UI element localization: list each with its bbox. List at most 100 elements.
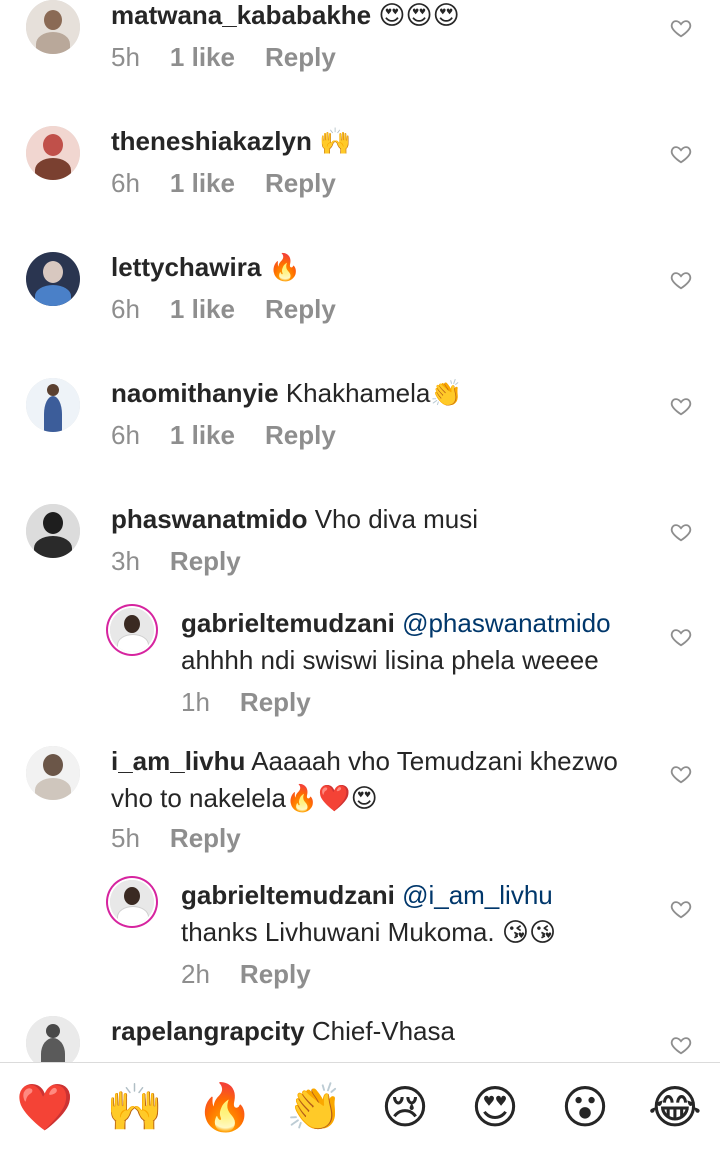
comment-username[interactable]: i_am_livhu	[111, 746, 245, 776]
avatar-body	[35, 778, 71, 800]
comment-time: 6h	[111, 420, 140, 450]
comment-line: lettychawira 🔥	[111, 250, 301, 285]
comment-likes[interactable]: 1 like	[170, 40, 235, 74]
avatar[interactable]	[110, 608, 154, 652]
heart-outline-icon[interactable]	[670, 763, 692, 785]
heart-emoji-button[interactable]: ❤️	[15, 1077, 75, 1137]
heart-outline-icon[interactable]	[670, 521, 692, 543]
comment-time: 2h	[181, 959, 210, 989]
comment-time: 5h	[111, 823, 140, 853]
avatar[interactable]	[26, 1016, 80, 1062]
heart-outline-icon[interactable]	[670, 626, 692, 648]
heart-outline-icon[interactable]	[670, 17, 692, 39]
comment-username[interactable]: matwana_kababakhe	[111, 0, 371, 30]
comment-line: matwana_kababakhe 😍😍😍	[111, 0, 460, 33]
comment-username[interactable]: rapelangrapcity	[111, 1016, 305, 1046]
fire-emoji-button[interactable]: 🔥	[195, 1077, 255, 1137]
reply-button[interactable]: Reply	[265, 292, 336, 326]
comment-text-line: thanks Livhuwani Mukoma. 😘😘	[181, 915, 556, 950]
reply-button[interactable]: Reply	[265, 418, 336, 452]
reply-button[interactable]: Reply	[265, 166, 336, 200]
comment-meta: 6h 1 like Reply	[111, 418, 366, 452]
comment-line: rapelangrapcity Chief-Vhasa	[111, 1014, 455, 1048]
surprised-emoji-button[interactable]: 😮	[555, 1077, 615, 1137]
comment-time: 1h	[181, 687, 210, 717]
comment-meta: 5h Reply	[111, 821, 271, 855]
reply-button[interactable]: Reply	[265, 40, 336, 74]
avatar[interactable]	[110, 880, 154, 924]
avatar-head	[124, 615, 140, 633]
avatar[interactable]	[26, 504, 80, 558]
comment-username[interactable]: gabrieltemudzani	[181, 608, 395, 638]
comment-likes[interactable]: 1 like	[170, 166, 235, 200]
comment-meta: 5h 1 like Reply	[111, 40, 366, 74]
comments-list: matwana_kababakhe 😍😍😍 5h 1 like Reply then…	[0, 0, 720, 1062]
avatar-body	[44, 396, 62, 432]
heart-eyes-emoji-button[interactable]: 😍	[465, 1077, 525, 1137]
heart-outline-icon[interactable]	[670, 269, 692, 291]
reply-button[interactable]: Reply	[240, 957, 311, 991]
avatar[interactable]	[26, 252, 80, 306]
raising-hands-emoji-button[interactable]: 🙌	[105, 1077, 165, 1137]
comment-text: Aaaaah vho Temudzani khezwo	[251, 746, 618, 776]
comment-text: Vho diva musi	[314, 504, 479, 534]
avatar-head	[47, 384, 59, 396]
comment-emoji: 🙌	[319, 127, 352, 157]
comment-time: 6h	[111, 168, 140, 198]
comment-meta: 3h Reply	[111, 544, 271, 578]
avatar-head	[43, 754, 63, 776]
avatar[interactable]	[26, 0, 80, 54]
avatar-body	[35, 158, 71, 180]
comment-username[interactable]: theneshiakazlyn	[111, 126, 312, 156]
avatar-body	[41, 1038, 65, 1062]
comment-text-continued: vho to nakelela🔥❤️😍	[111, 781, 378, 816]
comment-username[interactable]: gabrieltemudzani	[181, 880, 395, 910]
avatar[interactable]	[26, 126, 80, 180]
comment-line: gabrieltemudzani @phaswanatmido	[181, 606, 611, 640]
comment-likes[interactable]: 1 like	[170, 292, 235, 326]
avatar-head	[124, 887, 140, 905]
emoji-reaction-bar: ❤️ 🙌 🔥 👏 😢 😍 😮 😂	[0, 1062, 720, 1150]
avatar-head	[44, 10, 62, 30]
comment-line: theneshiakazlyn 🙌	[111, 124, 351, 159]
comment-time: 5h	[111, 42, 140, 72]
comment-text: Khakhamela	[285, 378, 431, 408]
heart-outline-icon[interactable]	[670, 143, 692, 165]
comment-text: thanks Livhuwani Mukoma.	[181, 917, 495, 947]
comment-line: naomithanyie Khakhamela👏	[111, 376, 463, 411]
heart-outline-icon[interactable]	[670, 395, 692, 417]
comment-emoji: 😍😍😍	[378, 1, 460, 31]
comment-username[interactable]: phaswanatmido	[111, 504, 307, 534]
avatar-head	[46, 1024, 60, 1038]
comment-likes[interactable]: 1 like	[170, 418, 235, 452]
avatar[interactable]	[26, 378, 80, 432]
comment-meta: 1h Reply	[181, 685, 341, 719]
reply-button[interactable]: Reply	[170, 544, 241, 578]
comment-time: 3h	[111, 546, 140, 576]
comment-emoji: 🔥	[268, 253, 301, 283]
heart-outline-icon[interactable]	[670, 898, 692, 920]
comment-meta: 6h 1 like Reply	[111, 166, 366, 200]
reply-button[interactable]: Reply	[240, 685, 311, 719]
comment-username[interactable]: lettychawira	[111, 252, 261, 282]
comment-text: vho to nakelela	[111, 783, 286, 813]
avatar-body	[36, 32, 70, 54]
avatar[interactable]	[26, 746, 80, 800]
avatar-body	[34, 536, 72, 558]
laughing-emoji-button[interactable]: 😂	[645, 1077, 705, 1137]
comment-username[interactable]: naomithanyie	[111, 378, 279, 408]
avatar-head	[43, 261, 63, 283]
crying-emoji-button[interactable]: 😢	[375, 1077, 435, 1137]
mention-link[interactable]: @phaswanatmido	[402, 608, 611, 638]
comment-emoji: 😘😘	[501, 918, 557, 948]
mention-link[interactable]: @i_am_livhu	[402, 880, 553, 910]
avatar-head	[43, 512, 63, 534]
heart-outline-icon[interactable]	[670, 1034, 692, 1056]
comment-line: phaswanatmido Vho diva musi	[111, 502, 478, 536]
clapping-emoji-button[interactable]: 👏	[285, 1077, 345, 1137]
comment-emoji: 👏	[430, 379, 463, 409]
avatar-body	[117, 634, 149, 652]
comment-emoji: 🔥❤️😍	[285, 784, 378, 814]
reply-button[interactable]: Reply	[170, 821, 241, 855]
comment-time: 6h	[111, 294, 140, 324]
